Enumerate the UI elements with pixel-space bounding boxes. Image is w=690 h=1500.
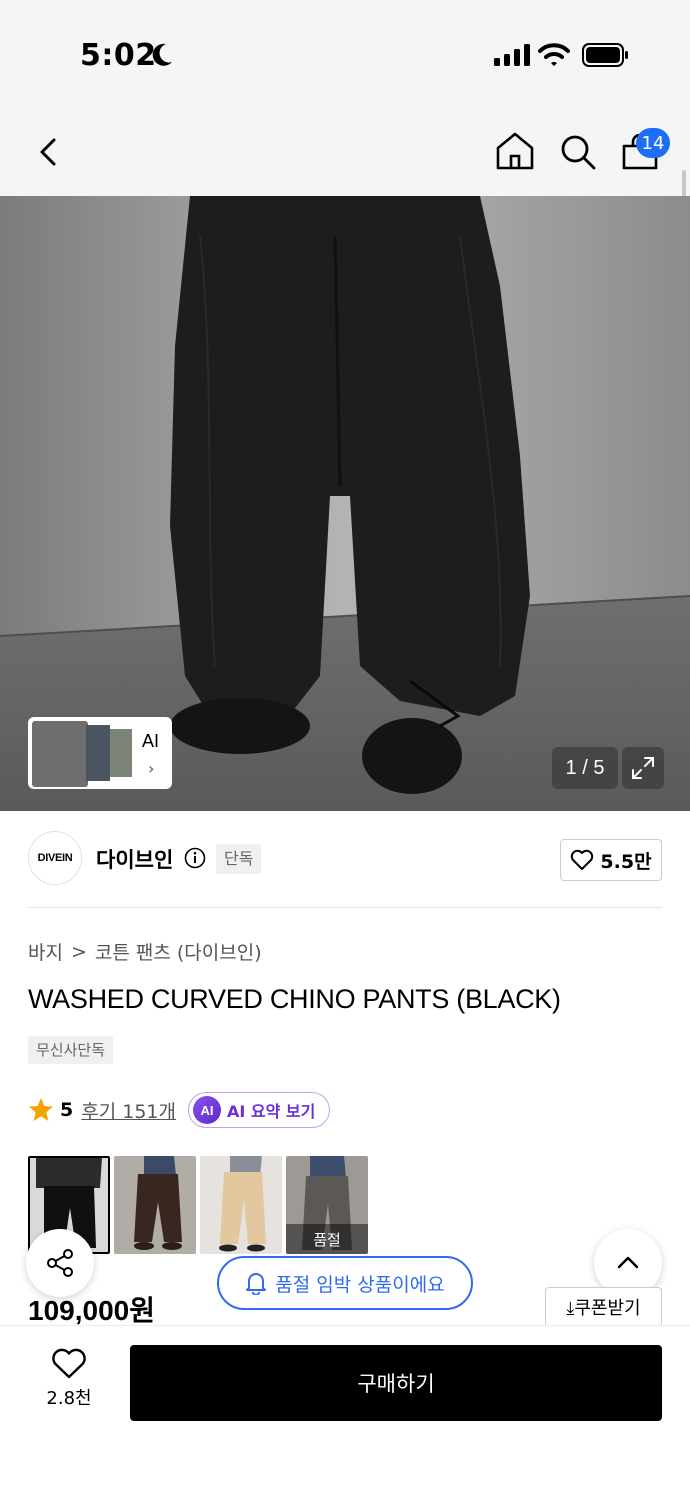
breadcrumb-subcategory[interactable]: 코튼 팬츠 (다이브인) xyxy=(95,938,262,965)
divider xyxy=(28,907,662,908)
color-option-beige[interactable] xyxy=(200,1156,282,1254)
image-page-indicator: 1 / 5 xyxy=(552,747,618,789)
musinsa-exclusive-tag: 무신사단독 xyxy=(28,1036,114,1064)
info-icon[interactable] xyxy=(184,847,206,869)
brand-like-count: 5.5만 xyxy=(600,850,652,873)
heart-icon xyxy=(571,849,594,870)
thumbnail-image xyxy=(86,725,110,781)
brand-logo[interactable]: DIVEIN xyxy=(28,831,82,885)
bell-icon xyxy=(246,1273,267,1295)
breadcrumb-category[interactable]: 바지 xyxy=(28,938,63,965)
search-icon[interactable] xyxy=(558,132,598,172)
product-like-count: 2.8천 xyxy=(46,1388,92,1409)
wifi-icon xyxy=(538,43,570,66)
review-count-link[interactable]: 후기 151개 xyxy=(81,1097,176,1124)
ai-badge-icon: AI xyxy=(192,1096,221,1124)
breadcrumb-separator: > xyxy=(70,940,87,963)
low-stock-text: 품절 임박 상품이에요 xyxy=(275,1273,445,1296)
color-option-brown[interactable] xyxy=(114,1156,196,1254)
ai-thumbnail-button[interactable]: AI › xyxy=(28,717,172,789)
low-stock-notice[interactable]: 품절 임박 상품이에요 xyxy=(217,1256,473,1310)
color-option-gray[interactable]: 품절 xyxy=(286,1156,368,1254)
chevron-right-icon: › xyxy=(148,759,155,778)
share-button[interactable] xyxy=(26,1229,94,1297)
thumbnail-image xyxy=(110,729,132,777)
thumbnail-image xyxy=(114,1156,196,1254)
product-title: WASHED CURVED CHINO PANTS (BLACK) xyxy=(28,984,561,1014)
share-icon xyxy=(47,1249,73,1277)
breadcrumb: 바지 > 코튼 팬츠 (다이브인) xyxy=(28,938,262,965)
battery-icon xyxy=(582,43,628,67)
rating-row: 5 후기 151개 AI AI 요약 보기 xyxy=(28,1092,331,1128)
ai-summary-label: AI 요약 보기 xyxy=(226,1102,316,1121)
coupon-label: ⤓쿠폰받기 xyxy=(566,1298,641,1319)
soldout-overlay: 품절 xyxy=(286,1224,368,1254)
expand-button[interactable] xyxy=(622,747,664,789)
moon-icon xyxy=(152,43,172,66)
rating-score: 5 xyxy=(60,1099,74,1121)
ai-label: AI xyxy=(142,731,160,751)
ai-summary-button[interactable]: AI AI 요약 보기 xyxy=(187,1092,331,1128)
top-nav-bar xyxy=(0,110,690,196)
home-icon[interactable] xyxy=(494,130,536,172)
back-icon[interactable] xyxy=(32,132,68,172)
brand-like-button[interactable]: 5.5만 xyxy=(560,839,662,881)
signal-icon xyxy=(494,44,530,66)
chevron-up-icon xyxy=(617,1256,639,1269)
product-price: 109,000원 xyxy=(28,1295,155,1326)
thumbnail-image xyxy=(200,1156,282,1254)
status-time: 5:02 xyxy=(80,38,157,73)
heart-icon xyxy=(52,1348,86,1379)
buy-button[interactable]: 구매하기 xyxy=(130,1345,662,1421)
brand-name[interactable]: 다이브인 xyxy=(96,844,173,874)
star-icon xyxy=(29,1098,53,1121)
thumbnail-image xyxy=(32,721,88,787)
coupon-button[interactable]: ⤓쿠폰받기 xyxy=(545,1287,662,1327)
product-like-button[interactable]: 2.8천 xyxy=(36,1348,102,1410)
cart-count-badge: 14 xyxy=(636,128,670,158)
expand-icon xyxy=(632,757,654,779)
exclusive-badge: 단독 xyxy=(216,844,262,874)
status-bar: 5:02 xyxy=(0,0,690,110)
